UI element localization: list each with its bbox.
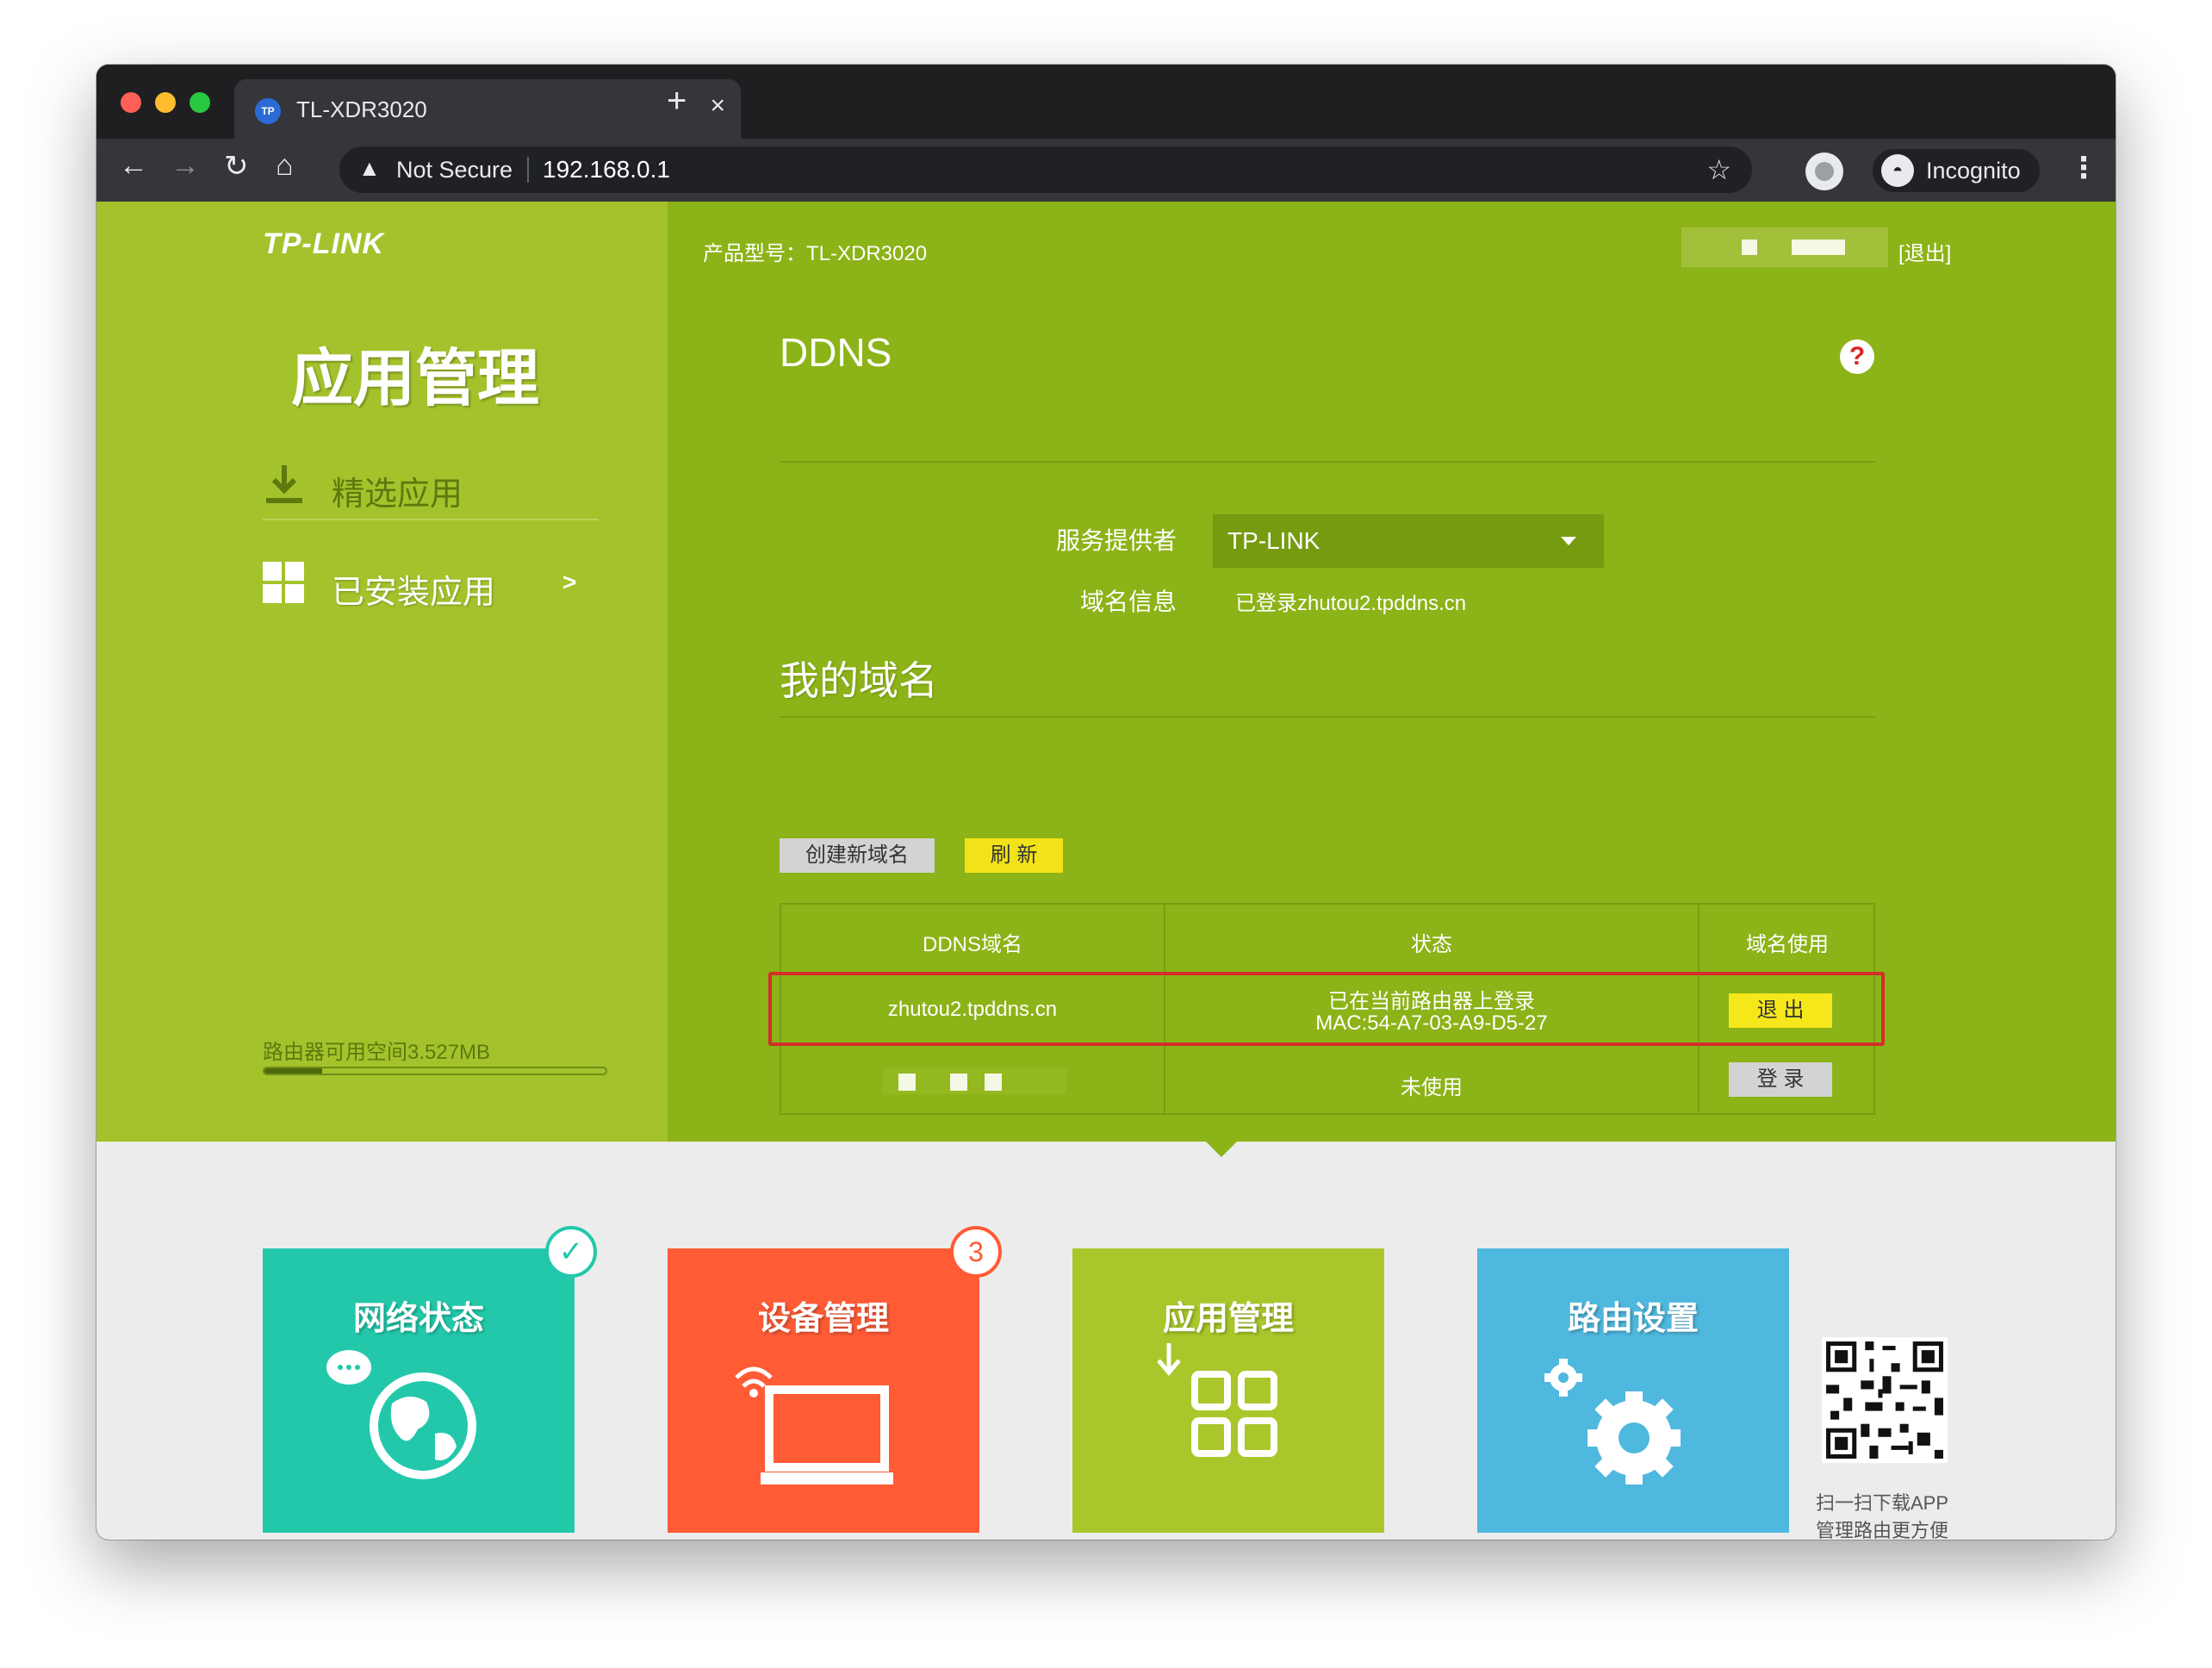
browser-tab[interactable]: TP TL-XDR3020 × (234, 79, 741, 139)
column-header-status: 状态 (1411, 933, 1452, 956)
globe-icon (326, 1350, 476, 1479)
incognito-label: Incognito (1926, 158, 2021, 184)
redacted-block (985, 1074, 1002, 1091)
extension-icon[interactable] (1805, 152, 1843, 190)
back-icon[interactable]: ← (119, 149, 148, 183)
gear-icon (1544, 1359, 1681, 1484)
home-icon[interactable]: ⌂ (276, 149, 294, 183)
incognito-icon: ◓ (1881, 154, 1914, 187)
storage-progress-bar (263, 1067, 607, 1075)
active-section-pointer (1206, 1142, 1237, 1157)
qr-caption: 扫一扫下载APP 管理路由更方便 (1816, 1490, 1988, 1540)
minimize-window-button[interactable] (155, 92, 176, 113)
sidebar-item-label: 已安装应用 (332, 575, 496, 611)
tab-title: TL-XDR3020 (296, 96, 427, 122)
my-domains-title: 我的域名 (780, 658, 938, 703)
help-icon[interactable]: ? (1840, 339, 1874, 374)
address-bar[interactable]: ▲ Not Secure 192.168.0.1 ☆ (339, 146, 1752, 193)
model-label: 产品型号：TL-XDR3020 (703, 242, 928, 265)
security-label[interactable]: Not Secure (396, 157, 513, 184)
redacted-block (950, 1074, 967, 1091)
refresh-button[interactable]: 刷 新 (965, 838, 1063, 873)
apps-grid-icon (1157, 1343, 1277, 1457)
tile-network-status[interactable]: 网络状态 ✓ (263, 1226, 597, 1533)
storage-progress-fill (264, 1068, 323, 1074)
redacted-block (898, 1074, 916, 1091)
tile-label: 应用管理 (1162, 1301, 1294, 1337)
sidebar-title: 应用管理 (291, 345, 540, 414)
url-text[interactable]: 192.168.0.1 (543, 156, 670, 184)
chevron-right-icon: > (562, 569, 577, 595)
router-admin-page: TP-LINK 应用管理 精选应用 已安装应用 > 路由器可用空间3.527MB (96, 202, 2116, 1540)
tp-link-favicon-icon: TP (255, 98, 281, 124)
maximize-window-button[interactable] (190, 92, 210, 113)
tile-router-settings[interactable]: 路由设置 (1477, 1248, 1789, 1533)
divider (780, 716, 1875, 718)
address-divider (527, 157, 529, 183)
qr-caption-line1: 扫一扫下载APP (1816, 1492, 1949, 1514)
provider-select[interactable]: TP-LINK (1213, 514, 1604, 568)
table-cell-status: 未使用 (1401, 1076, 1463, 1099)
domain-info-label: 域名信息 (1079, 588, 1177, 615)
tab-strip: TP TL-XDR3020 × + (96, 65, 2116, 139)
warning-icon: ▲ (358, 155, 381, 181)
user-account-box (1681, 227, 1888, 267)
sidebar: TP-LINK 应用管理 精选应用 已安装应用 > 路由器可用空间3.527MB (96, 202, 668, 1142)
incognito-indicator[interactable]: ◓ Incognito (1873, 149, 2040, 192)
close-window-button[interactable] (121, 92, 141, 113)
bookmark-star-icon[interactable]: ☆ (1706, 153, 1731, 186)
provider-label: 服务提供者 (1055, 527, 1177, 554)
sidebar-item-installed-apps[interactable]: 已安装应用 > (263, 550, 607, 619)
storage-label: 路由器可用空间3.527MB (263, 1041, 491, 1064)
qr-caption-line2: 管理路由更方便 (1816, 1520, 1949, 1540)
chevron-down-icon (1561, 537, 1576, 545)
check-badge: ✓ (545, 1226, 597, 1278)
reload-icon[interactable]: ↻ (224, 149, 249, 184)
create-domain-button[interactable]: 创建新域名 (780, 838, 935, 873)
browser-toolbar: ← → ↻ ⌂ ▲ Not Secure 192.168.0.1 ☆ ◓ Inc… (96, 139, 2116, 202)
tile-label: 设备管理 (757, 1301, 889, 1337)
qr-code-image (1822, 1337, 1948, 1463)
notification-count-badge: 3 (950, 1226, 1002, 1278)
browser-window: TP TL-XDR3020 × + ← → ↻ ⌂ ▲ Not Secure 1… (96, 65, 2116, 1540)
logout-domain-button[interactable]: 退 出 (1729, 993, 1832, 1028)
tile-device-management[interactable]: 设备管理 3 (668, 1226, 1002, 1533)
divider (780, 461, 1875, 463)
download-icon (266, 465, 302, 503)
laptop-wifi-icon (735, 1366, 893, 1484)
tile-label: 路由设置 (1567, 1301, 1699, 1337)
grid-icon (263, 562, 306, 605)
kebab-menu-icon[interactable]: ⋮ (2069, 151, 2098, 185)
tile-app-management[interactable]: 应用管理 (1072, 1248, 1384, 1533)
tile-label: 网络状态 (352, 1301, 484, 1337)
ddns-title: DDNS (780, 330, 892, 375)
domain-info-value: 已登录zhutou2.tpddns.cn (1235, 592, 1467, 615)
new-tab-icon[interactable]: + (667, 82, 687, 121)
forward-icon[interactable]: → (171, 149, 200, 183)
close-tab-icon[interactable]: × (710, 91, 725, 121)
column-header-usage: 域名使用 (1746, 933, 1829, 956)
highlighted-row-outline (768, 972, 1885, 1046)
column-header-domain: DDNS域名 (922, 933, 1022, 956)
sidebar-item-featured-apps[interactable]: 精选应用 (263, 451, 599, 520)
tp-link-logo: TP-LINK (263, 227, 385, 260)
logout-link[interactable]: [退出] (1898, 236, 1951, 266)
login-domain-button[interactable]: 登 录 (1729, 1062, 1832, 1097)
sidebar-item-label: 精选应用 (332, 476, 463, 513)
provider-select-value: TP-LINK (1227, 527, 1320, 554)
